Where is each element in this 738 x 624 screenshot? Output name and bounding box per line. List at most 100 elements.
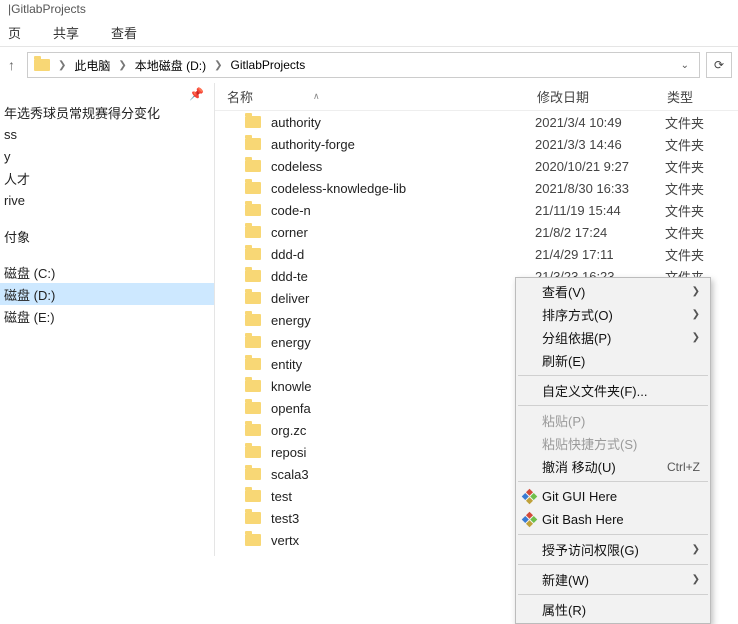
folder-icon [245, 204, 261, 216]
partial-menu-item[interactable]: 页 [8, 23, 21, 42]
file-name: code-n [271, 203, 535, 218]
window-title: GitlabProjects [11, 2, 86, 16]
breadcrumb-part[interactable]: 本地磁盘 (D:)❯ [135, 57, 223, 74]
file-type: 文件夹 [665, 179, 704, 198]
refresh-button[interactable]: ⟳ [706, 52, 732, 78]
folder-icon [245, 534, 261, 546]
folder-icon [245, 402, 261, 414]
chevron-right-icon: ❯ [692, 574, 700, 585]
file-type: 文件夹 [665, 157, 704, 176]
sidebar-item[interactable]: ss [0, 123, 214, 145]
file-name: authority [271, 115, 535, 130]
ctx-sort[interactable]: 排序方式(O)❯ [516, 303, 710, 326]
ctx-git-gui[interactable]: Git GUI Here [516, 485, 710, 508]
ctx-paste: 粘贴(P) [516, 409, 710, 432]
folder-icon [34, 59, 50, 71]
folder-icon [245, 490, 261, 502]
chevron-right-icon: ❯ [692, 332, 700, 343]
folder-icon [245, 138, 261, 150]
chevron-down-icon[interactable]: ⌄ [681, 60, 693, 71]
menubar: 页 共享 查看 [0, 18, 738, 46]
sidebar-item[interactable]: 磁盘 (E:) [0, 305, 214, 327]
file-name: ddd-d [271, 247, 535, 262]
menu-separator [518, 534, 708, 535]
folder-icon [245, 182, 261, 194]
table-row[interactable]: codeless2020/10/21 9:27文件夹 [215, 155, 738, 177]
ctx-new[interactable]: 新建(W)❯ [516, 568, 710, 591]
chevron-right-icon: ❯ [692, 286, 700, 297]
window-titlebar: | GitlabProjects [0, 0, 738, 18]
file-name: codeless-knowledge-lib [271, 181, 535, 196]
address-bar: ↑ ❯ 此电脑❯ 本地磁盘 (D:)❯ GitlabProjects ⌄ ⟳ [0, 47, 738, 83]
folder-icon [245, 248, 261, 260]
file-name: entity [271, 357, 535, 372]
breadcrumb[interactable]: ❯ 此电脑❯ 本地磁盘 (D:)❯ GitlabProjects ⌄ [27, 52, 700, 78]
sidebar-item[interactable]: 磁盘 (D:) [0, 283, 214, 305]
nav-buttons: ↑ [6, 57, 21, 73]
menu-view[interactable]: 查看 [111, 23, 137, 42]
table-row[interactable]: code-n21/11/19 15:44文件夹 [215, 199, 738, 221]
file-name: deliver [271, 291, 535, 306]
table-row[interactable]: ddd-d21/4/29 17:11文件夹 [215, 243, 738, 265]
file-type: 文件夹 [665, 223, 704, 242]
folder-icon [245, 336, 261, 348]
folder-icon [245, 358, 261, 370]
sidebar-item[interactable]: 付象 [0, 225, 214, 247]
menu-separator [518, 375, 708, 376]
file-date: 2021/3/4 10:49 [535, 115, 665, 130]
pin-icon[interactable]: 📌 [0, 87, 214, 101]
folder-icon [245, 512, 261, 524]
sidebar-item[interactable]: y [0, 145, 214, 167]
file-name: org.zc [271, 423, 535, 438]
file-type: 文件夹 [665, 135, 704, 154]
table-row[interactable]: authority-forge2021/3/3 14:46文件夹 [215, 133, 738, 155]
file-name: test3 [271, 511, 535, 526]
sidebar-item[interactable]: 磁盘 (C:) [0, 261, 214, 283]
file-name: energy [271, 313, 535, 328]
git-icon [522, 513, 536, 527]
ctx-git-bash[interactable]: Git Bash Here [516, 508, 710, 531]
ctx-refresh[interactable]: 刷新(E) [516, 349, 710, 372]
ctx-group[interactable]: 分组依据(P)❯ [516, 326, 710, 349]
table-row[interactable]: corner21/8/2 17:24文件夹 [215, 221, 738, 243]
file-name: test [271, 489, 535, 504]
column-type[interactable]: 类型 [667, 87, 738, 106]
table-row[interactable]: authority2021/3/4 10:49文件夹 [215, 111, 738, 133]
file-date: 21/4/29 17:11 [535, 247, 665, 262]
ctx-view[interactable]: 查看(V)❯ [516, 280, 710, 303]
folder-icon [245, 160, 261, 172]
folder-icon [245, 226, 261, 238]
column-date[interactable]: 修改日期 [537, 87, 667, 106]
folder-icon [245, 424, 261, 436]
file-type: 文件夹 [665, 201, 704, 220]
ctx-undo[interactable]: 撤消 移动(U)Ctrl+Z [516, 455, 710, 478]
file-name: authority-forge [271, 137, 535, 152]
chevron-right-icon: ❯ [58, 60, 66, 71]
sidebar-item[interactable]: 年选秀球员常规赛得分变化 [0, 101, 214, 123]
ctx-customize[interactable]: 自定义文件夹(F)... [516, 379, 710, 402]
sidebar-item[interactable]: rive [0, 189, 214, 211]
folder-icon [245, 270, 261, 282]
table-row[interactable]: codeless-knowledge-lib2021/8/30 16:33文件夹 [215, 177, 738, 199]
folder-icon [245, 314, 261, 326]
folder-icon [245, 292, 261, 304]
file-date: 2021/8/30 16:33 [535, 181, 665, 196]
breadcrumb-part[interactable]: GitlabProjects [231, 58, 306, 72]
file-type: 文件夹 [665, 245, 704, 264]
ctx-properties[interactable]: 属性(R) [516, 598, 710, 621]
folder-icon [245, 446, 261, 458]
menu-separator [518, 594, 708, 595]
sidebar-item[interactable]: 人才 [0, 167, 214, 189]
column-name[interactable]: 名称∧ [227, 87, 537, 106]
file-date: 2021/3/3 14:46 [535, 137, 665, 152]
file-name: vertx [271, 533, 535, 548]
sort-asc-icon: ∧ [313, 91, 320, 102]
menu-separator [518, 564, 708, 565]
menu-share[interactable]: 共享 [53, 23, 79, 42]
ctx-access[interactable]: 授予访问权限(G)❯ [516, 538, 710, 561]
content-pane: 名称∧ 修改日期 类型 authority2021/3/4 10:49文件夹au… [215, 83, 738, 556]
menu-separator [518, 405, 708, 406]
up-icon[interactable]: ↑ [8, 57, 15, 73]
breadcrumb-part[interactable]: 此电脑❯ [74, 57, 126, 74]
folder-icon [245, 380, 261, 392]
